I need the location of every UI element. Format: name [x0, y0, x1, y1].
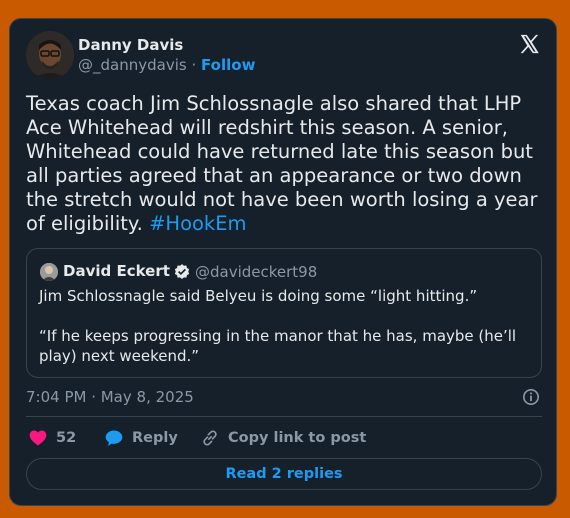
- info-icon[interactable]: [522, 388, 540, 406]
- x-logo-icon[interactable]: [518, 33, 540, 55]
- copy-link-label: Copy link to post: [228, 430, 367, 446]
- post-timestamp[interactable]: 7:04 PM · May 8, 2025: [26, 388, 194, 406]
- post-text: Texas coach Jim Schlossnagle also shared…: [26, 92, 546, 236]
- quoted-author-handle: @davideckert98: [195, 263, 318, 281]
- quoted-post-text: Jim Schlossnagle said Belyeu is doing so…: [39, 286, 535, 366]
- divider: [26, 416, 542, 417]
- follow-button[interactable]: Follow: [201, 56, 255, 74]
- quoted-paragraph: Jim Schlossnagle said Belyeu is doing so…: [39, 287, 478, 305]
- like-button[interactable]: 52: [28, 428, 76, 448]
- like-count: 52: [56, 430, 77, 446]
- verified-badge-icon: [174, 264, 190, 279]
- reply-label: Reply: [132, 430, 178, 446]
- heart-icon: [29, 430, 47, 446]
- handle-separator: ·: [191, 56, 197, 74]
- hashtag-link[interactable]: #HookEm: [149, 212, 246, 235]
- author-handle-row: @_dannydavis · Follow: [78, 56, 255, 74]
- reply-bubble-icon: [105, 430, 123, 446]
- quoted-author-name: David Eckert: [63, 262, 170, 280]
- post-body: Texas coach Jim Schlossnagle also shared…: [26, 92, 538, 235]
- quoted-author-avatar: [40, 263, 58, 281]
- quoted-post[interactable]: David Eckert @davideckert98 Jim Schlossn…: [26, 248, 542, 378]
- author-avatar[interactable]: [26, 31, 74, 79]
- link-icon: [203, 430, 217, 446]
- copy-link-button[interactable]: Copy link to post: [200, 428, 366, 448]
- author-handle[interactable]: @_dannydavis: [78, 56, 187, 74]
- read-replies-button[interactable]: Read 2 replies: [26, 458, 542, 490]
- embedded-post-card: Danny Davis @_dannydavis · Follow Texas …: [9, 18, 557, 506]
- reply-button[interactable]: Reply: [104, 428, 178, 448]
- author-name[interactable]: Danny Davis: [78, 36, 183, 54]
- quoted-paragraph: “If he keeps progressing in the manor th…: [39, 327, 517, 365]
